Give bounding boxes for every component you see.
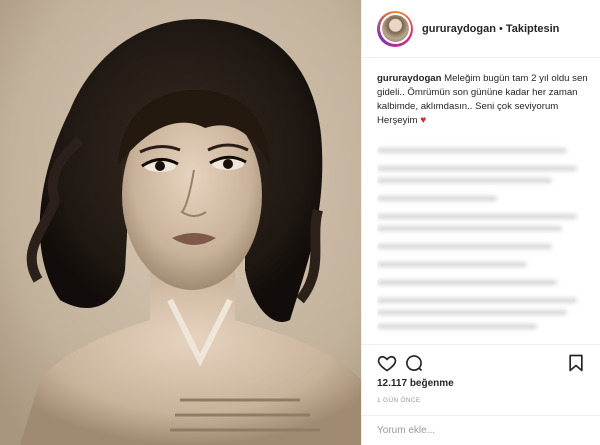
heart-icon[interactable]	[377, 353, 397, 373]
avatar[interactable]	[377, 10, 413, 47]
following-button[interactable]: Takiptesin	[506, 23, 560, 35]
comment-icon[interactable]	[404, 353, 424, 373]
like-count[interactable]: 12.117 beğenme	[377, 378, 454, 389]
post-timestamp[interactable]: 1 GÜN ÖNCE	[377, 397, 420, 404]
bookmark-icon[interactable]	[566, 353, 586, 373]
post-photo[interactable]	[0, 0, 362, 445]
blurred-comments	[377, 140, 589, 340]
portrait-image	[0, 0, 361, 445]
username-link[interactable]: gururaydogan	[422, 23, 496, 35]
post-side-panel: gururaydogan • Takiptesin gururaydogan M…	[362, 0, 600, 445]
action-bar	[362, 344, 600, 378]
comment-bar	[362, 415, 600, 445]
red-heart-emoji: ♥	[420, 115, 427, 126]
post-header: gururaydogan • Takiptesin	[362, 0, 600, 58]
comment-input[interactable]	[377, 425, 577, 436]
separator-dot: •	[498, 22, 503, 35]
instagram-post: gururaydogan • Takiptesin gururaydogan M…	[0, 0, 600, 445]
post-caption: gururaydogan Meleğim bugün tam 2 yıl old…	[377, 72, 589, 128]
caption-username[interactable]: gururaydogan	[377, 73, 442, 84]
